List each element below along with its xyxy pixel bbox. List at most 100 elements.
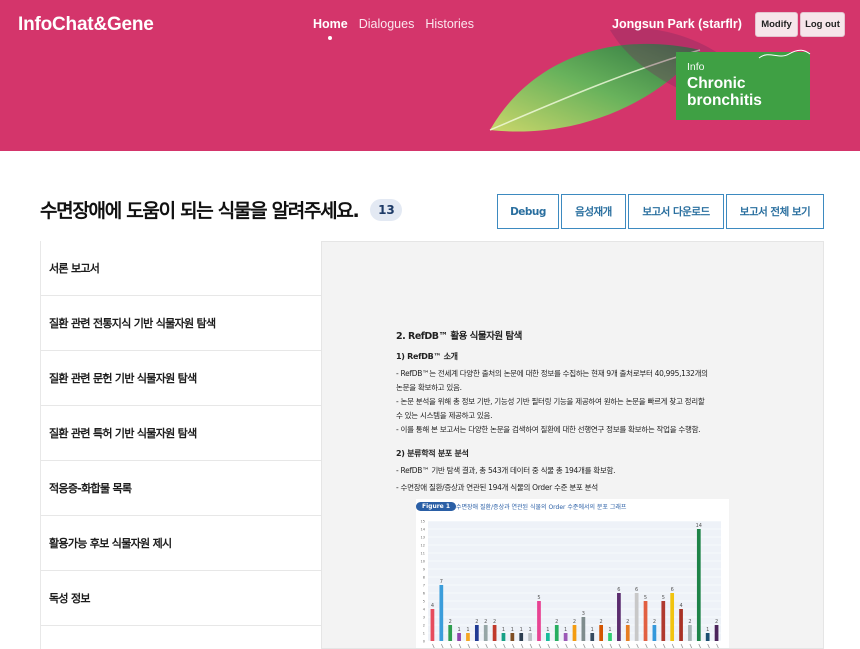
debug-button[interactable]: Debug	[497, 194, 559, 229]
bar-value-label: 2	[555, 619, 558, 625]
bar-value-label: 14	[696, 523, 702, 529]
y-tick-label: 15	[421, 520, 425, 524]
download-report-button[interactable]: 보고서 다운로드	[628, 194, 724, 229]
report-content[interactable]: 2. RefDB™ 활용 식물자원 탐색 1) RefDB™ 소개 - RefD…	[321, 241, 824, 649]
x-tick-mark	[432, 643, 435, 648]
disease-name: Chronic bronchitis	[687, 75, 762, 109]
chart-bar	[501, 633, 506, 641]
bar-value-label: 5	[537, 595, 540, 601]
bar-value-label: 5	[662, 595, 665, 601]
report-paragraph: - 이를 통해 본 보고서는 다양한 논문을 검색하여 질환에 대한 선행연구 …	[396, 425, 701, 434]
sidebar-item-candidates[interactable]: 활용가능 후보 식물자원 제시	[41, 516, 321, 571]
y-tick-label: 2	[423, 624, 425, 628]
y-tick-label: 11	[421, 552, 425, 556]
bar-value-label: 1	[502, 627, 505, 633]
sidebar-item-literature[interactable]: 질환 관련 문헌 기반 식물자원 탐색	[41, 351, 321, 406]
report-paragraph: - RefDB™는 전세계 다양한 출처의 논문에 대한 정보를 수집하는 현재…	[396, 369, 708, 378]
bar-value-label: 2	[484, 619, 487, 625]
count-badge: 13	[370, 198, 403, 221]
chart-bar	[572, 625, 577, 641]
bar-value-label: 2	[688, 619, 691, 625]
title-row: 수면장애에 도움이 되는 식물을 알려주세요. 13	[40, 196, 403, 223]
x-tick-mark	[565, 643, 568, 648]
x-tick-mark	[467, 643, 471, 648]
chart-bar	[492, 625, 497, 641]
x-tick-mark	[618, 643, 622, 648]
x-tick-mark	[609, 643, 613, 648]
report-subheading-1: 1) RefDB™ 소개	[396, 352, 458, 361]
x-tick-mark	[671, 643, 675, 648]
x-tick-mark	[583, 643, 586, 648]
chart-bar	[510, 633, 515, 641]
chart-bar	[466, 633, 470, 641]
chart-bar	[430, 609, 435, 641]
modify-button[interactable]: Modify	[755, 12, 798, 37]
chart-bar	[688, 625, 692, 641]
report-figure: Figure 1 수면장애 질환/증상과 연관된 식물의 Order 수준에서의…	[416, 499, 729, 648]
x-tick-mark	[680, 643, 684, 648]
y-tick-label: 9	[423, 568, 425, 572]
sidebar-item-toxicity[interactable]: 독성 정보	[41, 571, 321, 626]
sidebar-item-patent[interactable]: 질환 관련 특허 기반 식물자원 탐색	[41, 406, 321, 461]
page-title: 수면장애에 도움이 되는 식물을 알려주세요.	[40, 200, 360, 222]
x-tick-mark	[645, 643, 648, 648]
app-logo[interactable]: InfoChat&Gene	[18, 14, 154, 36]
nav-home[interactable]: Home	[313, 17, 348, 40]
chart-bar	[608, 633, 612, 641]
bar-value-label: 2	[600, 619, 603, 625]
bar-value-label: 1	[608, 627, 611, 633]
chart-bar	[519, 633, 524, 641]
disease-info-box: Info Chronic bronchitis	[676, 52, 810, 120]
x-tick-mark	[662, 643, 666, 648]
y-tick-label: 0	[423, 640, 425, 644]
y-tick-label: 5	[423, 600, 425, 604]
y-tick-label: 1	[423, 632, 425, 636]
sidebar-item-intro[interactable]: 서론 보고서	[41, 241, 321, 296]
x-tick-mark	[654, 643, 657, 648]
x-tick-mark	[574, 643, 577, 648]
bar-value-label: 1	[457, 627, 460, 633]
figure-tag: Figure 1	[416, 502, 457, 511]
report-text: 2. RefDB™ 활용 식물자원 탐색 1) RefDB™ 소개 - RefD…	[396, 328, 766, 495]
chart-bar	[545, 633, 550, 641]
report-paragraph: - 논문 분석을 위해 총 정보 기반, 기능성 기반 필터링 기능을 제공하여…	[396, 397, 705, 406]
bar-value-label: 2	[475, 619, 478, 625]
bar-value-label: 2	[573, 619, 576, 625]
sidebar-item-compounds[interactable]: 적응증-화합물 목록	[41, 461, 321, 516]
chart-bar	[528, 633, 532, 641]
chart-bar	[439, 585, 444, 641]
bar-value-label: 4	[431, 603, 434, 609]
report-paragraph: 수 있는 시스템을 제공하고 있음.	[396, 411, 493, 420]
y-tick-label: 10	[421, 560, 425, 564]
x-tick-mark	[520, 643, 524, 648]
x-tick-mark	[689, 643, 693, 648]
bar-value-label: 4	[679, 603, 682, 609]
bar-value-label: 1	[706, 627, 709, 633]
x-tick-mark	[707, 643, 710, 648]
sidebar-item-traditional[interactable]: 질환 관련 전통지식 기반 식물자원 탐색	[41, 296, 321, 351]
chart-bar	[661, 601, 666, 641]
bar-value-label: 3	[582, 611, 585, 617]
x-tick-mark	[440, 643, 444, 648]
logout-button[interactable]: Log out	[800, 12, 845, 37]
chart-bar	[652, 625, 657, 641]
chart-bar	[448, 625, 453, 641]
chart-bar	[563, 633, 568, 641]
bar-value-label: 1	[529, 627, 532, 633]
bar-value-label: 6	[617, 587, 620, 593]
nav-dialogues[interactable]: Dialogues	[359, 17, 415, 31]
user-name: Jongsun Park (starflr)	[612, 17, 742, 31]
bar-value-label: 2	[653, 619, 656, 625]
resume-voice-button[interactable]: 음성재개	[561, 194, 626, 229]
bar-value-label: 7	[440, 579, 443, 585]
nav-histories[interactable]: Histories	[425, 17, 474, 31]
x-tick-mark	[511, 643, 515, 648]
chart-bar	[696, 529, 701, 641]
chart-bar	[599, 625, 604, 641]
view-full-report-button[interactable]: 보고서 전체 보기	[726, 194, 824, 229]
chart-bar	[581, 617, 586, 641]
bar-value-label: 2	[493, 619, 496, 625]
x-tick-mark	[636, 643, 639, 648]
report-paragraph: - 수면장애 질환/증상과 연관된 194개 식물의 Order 수준 분포 분…	[396, 483, 598, 492]
chart-bar	[483, 625, 488, 641]
